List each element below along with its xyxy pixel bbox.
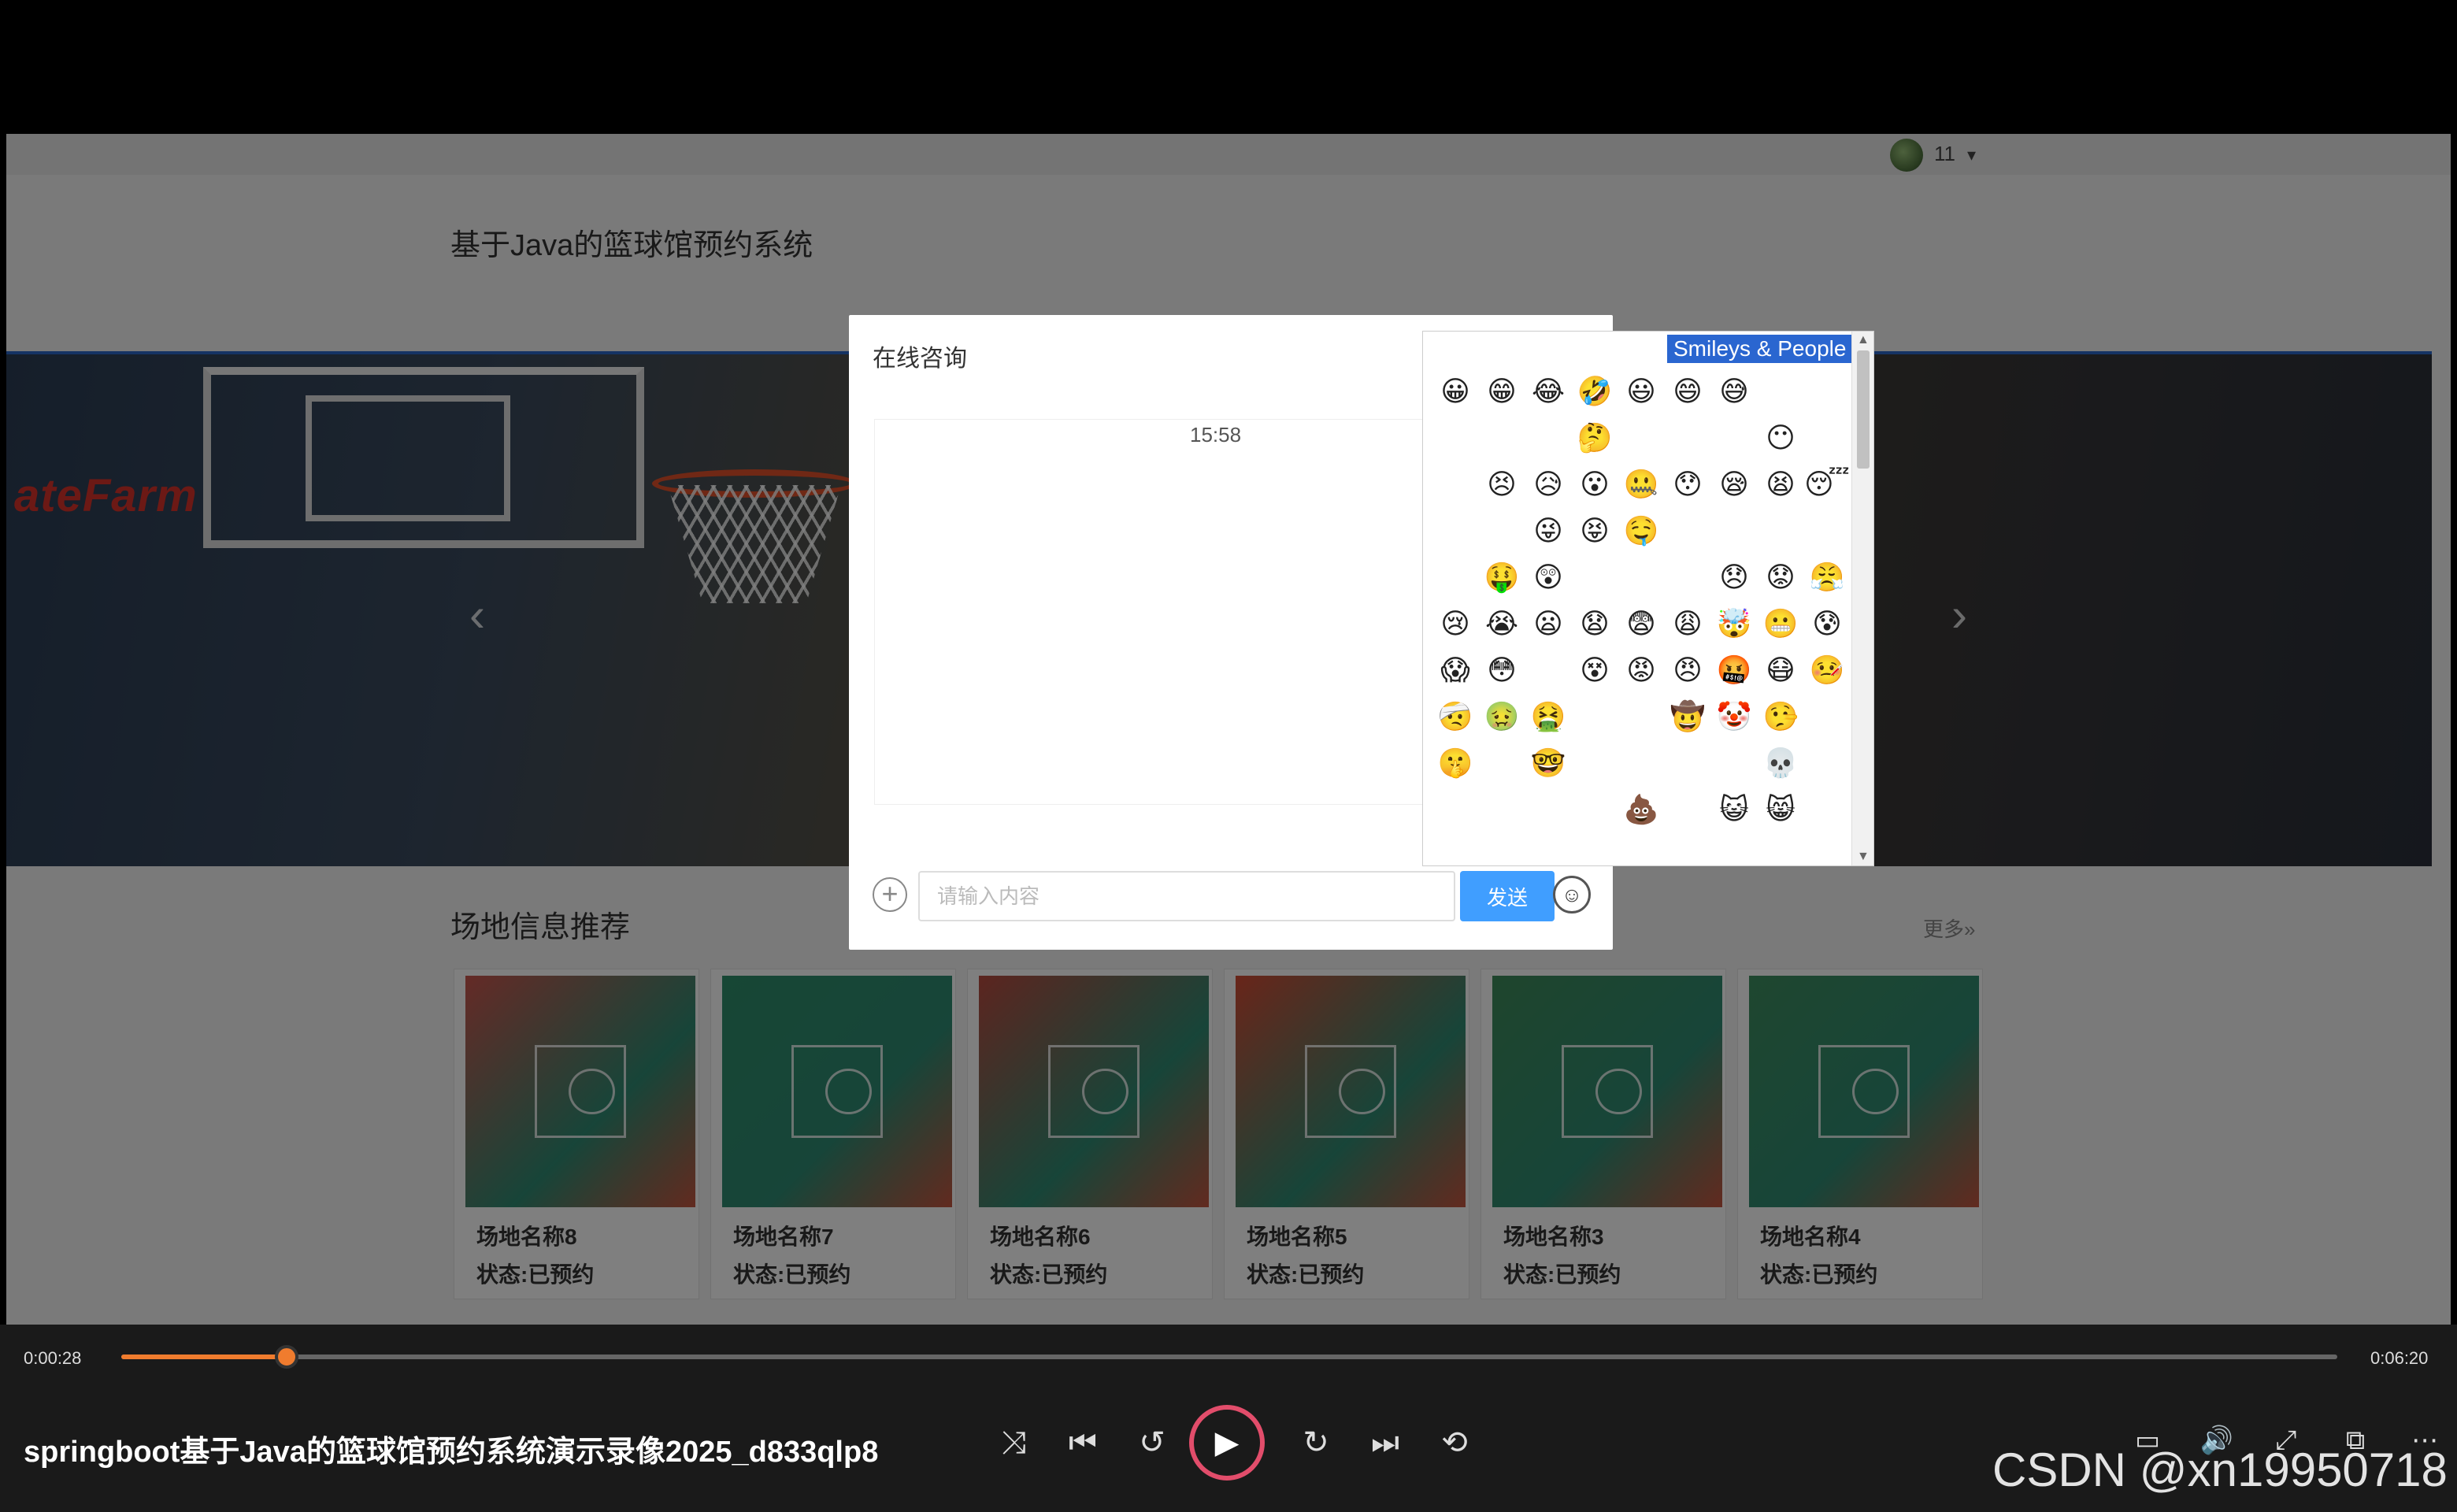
emoji-item[interactable]: 🤮: [1525, 695, 1571, 740]
emoji-item[interactable]: 😭: [1479, 602, 1525, 647]
emoji-item[interactable]: 🤥: [1758, 695, 1803, 740]
emoji-item[interactable]: 🤡: [1711, 695, 1757, 740]
emoji-item[interactable]: 😠: [1665, 648, 1710, 694]
emoji-item[interactable]: 😄: [1665, 369, 1710, 415]
send-button[interactable]: 发送: [1460, 871, 1555, 921]
emoji-item[interactable]: 🤠: [1665, 695, 1710, 740]
emoji-item[interactable]: 😬: [1758, 602, 1803, 647]
chat-input[interactable]: [918, 871, 1455, 921]
emoji-item[interactable]: 😸: [1758, 788, 1803, 833]
emoji-item[interactable]: 😨: [1618, 602, 1664, 647]
emoji-item[interactable]: 🤣: [1572, 369, 1618, 415]
rewind-10-icon[interactable]: ↺: [1132, 1427, 1172, 1458]
time-current: 0:00:28: [24, 1348, 82, 1368]
csdn-watermark: CSDN @xn19950718: [1992, 1443, 2448, 1496]
repeat-icon[interactable]: ⟲: [1435, 1427, 1474, 1458]
message-timestamp: 15:58: [1190, 423, 1242, 447]
scroll-thumb[interactable]: [1857, 350, 1870, 469]
emoji-item[interactable]: 😵: [1572, 648, 1618, 694]
emoji-item[interactable]: 😺: [1711, 788, 1757, 833]
emoji-item[interactable]: 🤤: [1618, 509, 1664, 554]
emoji-item[interactable]: 💩: [1618, 788, 1664, 833]
emoji-item[interactable]: 😥: [1525, 462, 1571, 508]
emoji-item[interactable]: 😡: [1618, 648, 1664, 694]
emoji-item[interactable]: 🤓: [1525, 741, 1571, 787]
window-top-bar: [0, 0, 2457, 134]
emoji-item[interactable]: 😤: [1804, 555, 1850, 601]
emoji-category-label[interactable]: Smileys & People: [1667, 335, 1853, 363]
emoji-item[interactable]: 🤫: [1432, 741, 1478, 787]
progress-knob[interactable]: [274, 1345, 298, 1369]
emoji-item[interactable]: 😩: [1665, 602, 1710, 647]
progress-bar[interactable]: [121, 1345, 2337, 1369]
emoji-item[interactable]: 😫: [1758, 462, 1803, 508]
emoji-item[interactable]: 😰: [1804, 602, 1850, 647]
emoji-item[interactable]: 🤯: [1711, 602, 1757, 647]
emoji-grid: 😀 😁 😂 🤣 😃 😄 😅 🤔 😶 😣 😥 😮 🤐 😯 😪 😫 😴 😜 😝 🤤 🤑 😲 😞 😟 😤 😢 😭 😦 😧 😨 😩 🤯 😬 😰 😱 😳 😵 😡 😠 🤬…: [1432, 369, 1850, 861]
emoji-item[interactable]: 😁: [1479, 369, 1525, 415]
emoji-item[interactable]: 🤕: [1432, 695, 1478, 740]
shuffle-icon[interactable]: ⤨: [994, 1427, 1033, 1458]
video-player-bar: 0:00:28 0:06:20 springboot基于Java的篮球馆预约系统…: [0, 1325, 2457, 1512]
emoji-item[interactable]: 😢: [1432, 602, 1478, 647]
forward-30-icon[interactable]: ↻: [1296, 1427, 1336, 1458]
progress-fill: [121, 1354, 287, 1359]
emoji-item[interactable]: 😂: [1525, 369, 1571, 415]
emoji-toggle-icon[interactable]: ☺: [1553, 876, 1591, 914]
emoji-item[interactable]: 😃: [1618, 369, 1664, 415]
emoji-item[interactable]: 😅: [1711, 369, 1757, 415]
emoji-item[interactable]: 😣: [1479, 462, 1525, 508]
emoji-scrollbar[interactable]: ▲ ▼: [1851, 332, 1873, 865]
emoji-item[interactable]: 😪: [1711, 462, 1757, 508]
emoji-picker: Smileys & People 😀 😁 😂 🤣 😃 😄 😅 🤔 😶 😣 😥 😮 🤐 😯 😪 😫 😴 😜 😝 🤤 🤑 😲 😞…: [1422, 331, 1874, 866]
emoji-item[interactable]: 😷: [1758, 648, 1803, 694]
emoji-item[interactable]: 🤒: [1804, 648, 1850, 694]
emoji-item[interactable]: 😮: [1572, 462, 1618, 508]
emoji-item[interactable]: 😱: [1432, 648, 1478, 694]
video-title: springboot基于Java的篮球馆预约系统演示录像2025_d833qlp…: [24, 1436, 879, 1469]
emoji-item[interactable]: 😜: [1525, 509, 1571, 554]
emoji-item[interactable]: 🤬: [1711, 648, 1757, 694]
chat-title: 在线咨询: [873, 346, 967, 372]
emoji-item[interactable]: 😝: [1572, 509, 1618, 554]
scroll-down-icon[interactable]: ▼: [1857, 850, 1870, 864]
attach-plus-icon[interactable]: +: [873, 877, 907, 912]
emoji-item[interactable]: 😲: [1525, 555, 1571, 601]
emoji-item[interactable]: 😟: [1758, 555, 1803, 601]
emoji-item[interactable]: 🤔: [1572, 416, 1618, 461]
play-icon[interactable]: ▶: [1189, 1405, 1265, 1480]
emoji-item[interactable]: 😴: [1804, 462, 1850, 508]
emoji-item[interactable]: 😳: [1479, 648, 1525, 694]
time-total: 0:06:20: [2370, 1348, 2429, 1368]
next-icon[interactable]: ⏭: [1366, 1427, 1405, 1458]
previous-icon[interactable]: ⏮: [1063, 1427, 1102, 1458]
emoji-item[interactable]: 😧: [1572, 602, 1618, 647]
emoji-item[interactable]: 😀: [1432, 369, 1478, 415]
emoji-item[interactable]: 🤐: [1618, 462, 1664, 508]
emoji-item[interactable]: 🤑: [1479, 555, 1525, 601]
scroll-up-icon[interactable]: ▲: [1857, 333, 1870, 347]
emoji-item[interactable]: 😞: [1711, 555, 1757, 601]
emoji-item[interactable]: 🤢: [1479, 695, 1525, 740]
emoji-item[interactable]: 😦: [1525, 602, 1571, 647]
emoji-item[interactable]: 😶: [1758, 416, 1803, 461]
emoji-item[interactable]: 💀: [1758, 741, 1803, 787]
emoji-item[interactable]: 😯: [1665, 462, 1710, 508]
